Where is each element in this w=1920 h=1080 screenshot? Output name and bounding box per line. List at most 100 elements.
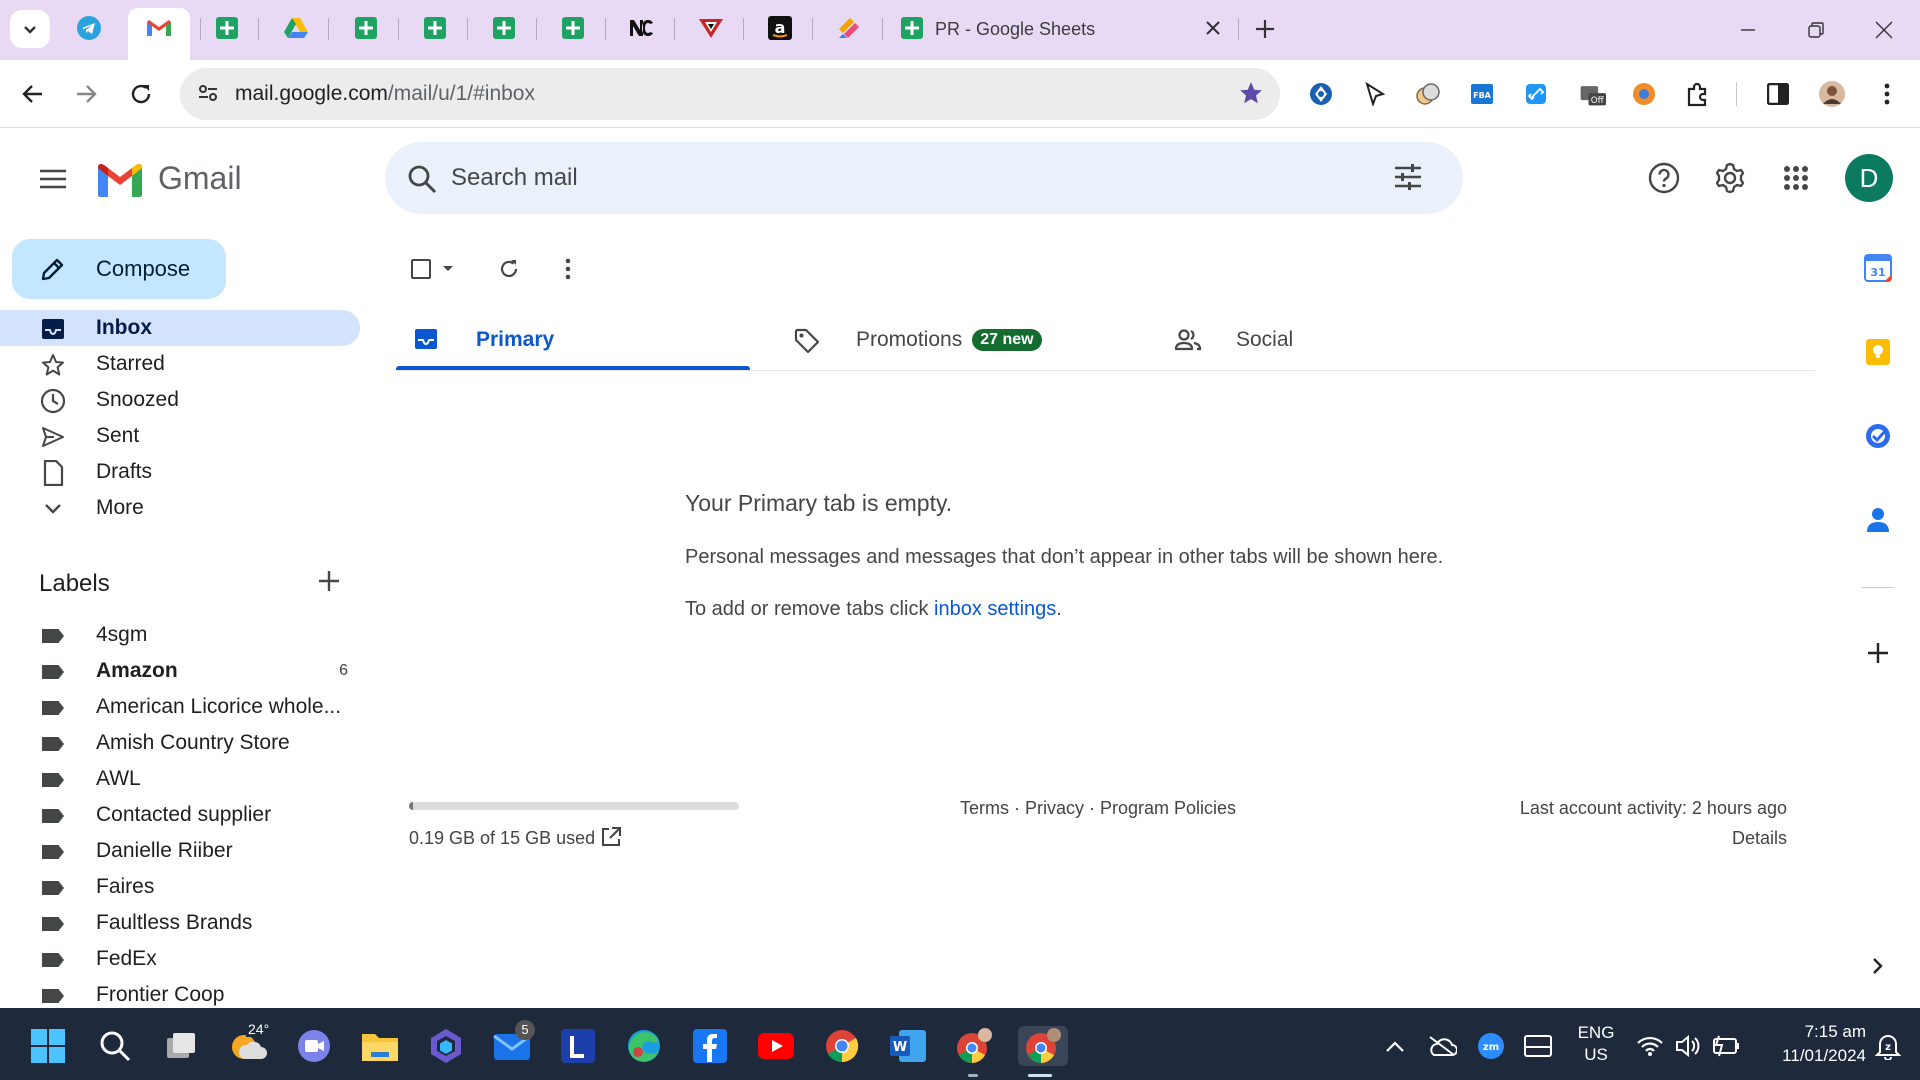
manage-storage-link[interactable] — [600, 826, 622, 848]
start-button[interactable] — [28, 1026, 68, 1066]
label-item[interactable]: AWL — [0, 761, 360, 797]
nav-item-starred[interactable]: Starred — [0, 346, 360, 382]
label-item[interactable]: Contacted supplier — [0, 797, 360, 833]
taskbar-word[interactable]: W — [888, 1026, 928, 1066]
battery-tray[interactable] — [1706, 1026, 1746, 1066]
zoom-tray[interactable]: zm — [1471, 1026, 1511, 1066]
search-bar[interactable]: Search mail — [385, 142, 1463, 214]
tab-primary[interactable]: Primary — [396, 308, 750, 370]
extension-coin-icon[interactable] — [1414, 80, 1442, 108]
nav-item-sent[interactable]: Sent — [0, 418, 360, 454]
address-bar[interactable]: mail.google.com/mail/u/1/#inbox — [180, 68, 1280, 120]
forward-button[interactable] — [68, 76, 104, 112]
tab-sheets-1[interactable] — [213, 14, 241, 42]
notification-center-button[interactable]: z — [1868, 1026, 1908, 1066]
tab-social[interactable]: Social — [1156, 308, 1496, 370]
contacts-icon[interactable] — [1862, 504, 1894, 536]
tab-sheets-4[interactable] — [490, 14, 518, 42]
hide-side-panel-button[interactable] — [1862, 950, 1894, 982]
inbox-settings-link[interactable]: inbox settings — [934, 598, 1056, 620]
select-all-checkbox[interactable] — [409, 252, 455, 286]
extensions-puzzle-icon[interactable] — [1684, 80, 1712, 108]
label-item[interactable]: Amazon 6 — [0, 653, 360, 689]
tab-promotions[interactable]: Promotions 27 new — [776, 308, 1116, 370]
keep-icon[interactable] — [1862, 336, 1894, 368]
taskbar-chrome-profile-2[interactable] — [1018, 1026, 1068, 1066]
taskbar-search-button[interactable] — [95, 1026, 135, 1066]
minimize-button[interactable] — [1730, 12, 1766, 48]
task-view-button[interactable] — [161, 1026, 201, 1066]
clock[interactable]: 7:15 am 11/01/2024 — [1752, 1020, 1866, 1068]
tab-sheets-2[interactable] — [352, 14, 380, 42]
gmail-logo-icon[interactable] — [96, 160, 144, 198]
extension-fba-icon[interactable]: FBA — [1468, 80, 1496, 108]
google-apps-grid-icon[interactable] — [1776, 158, 1816, 198]
search-input[interactable]: Search mail — [451, 164, 578, 192]
close-window-button[interactable] — [1866, 12, 1902, 48]
label-item[interactable]: 4sgm — [0, 617, 360, 653]
volume-tray[interactable] — [1668, 1026, 1708, 1066]
keyboard-tray[interactable] — [1518, 1026, 1558, 1066]
tab-sheets-5[interactable] — [559, 14, 587, 42]
taskbar-copilot[interactable] — [426, 1026, 466, 1066]
label-item[interactable]: Faultless Brands — [0, 905, 360, 941]
tasks-icon[interactable] — [1862, 420, 1894, 452]
extension-orange-icon[interactable] — [1630, 80, 1658, 108]
url-text[interactable]: mail.google.com/mail/u/1/#inbox — [235, 82, 535, 106]
tab-title[interactable]: PR - Google Sheets — [935, 19, 1095, 40]
search-options-icon[interactable] — [1393, 162, 1423, 192]
tab-search-button[interactable] — [10, 10, 50, 48]
label-item[interactable]: Danielle Riiber — [0, 833, 360, 869]
taskbar-chrome-profile-1[interactable] — [954, 1026, 994, 1066]
taskbar-app-l[interactable] — [558, 1026, 598, 1066]
more-options-button[interactable] — [565, 252, 571, 286]
tab-close-button[interactable] — [1200, 15, 1226, 41]
taskbar-file-explorer[interactable] — [360, 1026, 400, 1066]
taskbar-edge[interactable] — [624, 1026, 664, 1066]
tab-nc[interactable] — [628, 14, 656, 42]
label-item[interactable]: American Licorice whole... — [0, 689, 360, 725]
settings-gear-icon[interactable] — [1710, 158, 1750, 198]
extension-shield-icon[interactable] — [1307, 80, 1335, 108]
tab-sheets-3[interactable] — [421, 14, 449, 42]
label-item[interactable]: Frontier Coop — [0, 977, 360, 1008]
tab-tasks-app[interactable] — [835, 14, 863, 42]
reload-button[interactable] — [123, 76, 159, 112]
onedrive-tray[interactable] — [1422, 1026, 1462, 1066]
taskbar-youtube[interactable] — [756, 1026, 796, 1066]
tab-sheets-active-favicon[interactable] — [898, 14, 926, 42]
bookmark-star-icon[interactable] — [1238, 80, 1264, 106]
get-addons-button[interactable] — [1862, 637, 1894, 669]
activity-details-link[interactable]: Details — [1732, 828, 1787, 849]
taskbar-teams[interactable] — [294, 1026, 334, 1066]
footer-policy-links[interactable]: Terms · Privacy · Program Policies — [960, 798, 1236, 819]
taskbar-facebook[interactable] — [690, 1026, 730, 1066]
refresh-button[interactable] — [497, 252, 521, 286]
compose-button[interactable]: Compose — [12, 239, 226, 299]
search-icon[interactable] — [407, 164, 437, 194]
tab-gmail[interactable] — [145, 14, 173, 42]
restore-button[interactable] — [1798, 12, 1834, 48]
account-avatar[interactable]: D — [1845, 154, 1893, 202]
tab-drive[interactable] — [282, 14, 310, 42]
tab-amazon[interactable]: a — [766, 14, 794, 42]
side-panel-icon[interactable] — [1764, 80, 1792, 108]
tab-site[interactable] — [697, 14, 725, 42]
wifi-tray[interactable] — [1630, 1026, 1670, 1066]
tab-telegram[interactable] — [75, 14, 103, 42]
support-icon[interactable] — [1644, 158, 1684, 198]
main-menu-button[interactable] — [36, 162, 70, 196]
extension-cursor-icon[interactable] — [1360, 80, 1388, 108]
taskbar-chrome-1[interactable] — [822, 1026, 862, 1066]
label-item[interactable]: FedEx — [0, 941, 360, 977]
new-tab-button[interactable] — [1250, 14, 1280, 44]
create-label-button[interactable] — [318, 570, 340, 592]
show-hidden-icons-button[interactable] — [1375, 1026, 1415, 1066]
nav-item-snoozed[interactable]: Snoozed — [0, 382, 360, 418]
nav-item-more[interactable]: More — [0, 490, 360, 526]
calendar-icon[interactable]: 31 — [1862, 252, 1894, 284]
nav-item-inbox[interactable]: Inbox — [0, 310, 360, 346]
nav-item-drafts[interactable]: Drafts — [0, 454, 360, 490]
browser-menu-icon[interactable] — [1873, 80, 1901, 108]
site-settings-icon[interactable] — [196, 81, 220, 105]
